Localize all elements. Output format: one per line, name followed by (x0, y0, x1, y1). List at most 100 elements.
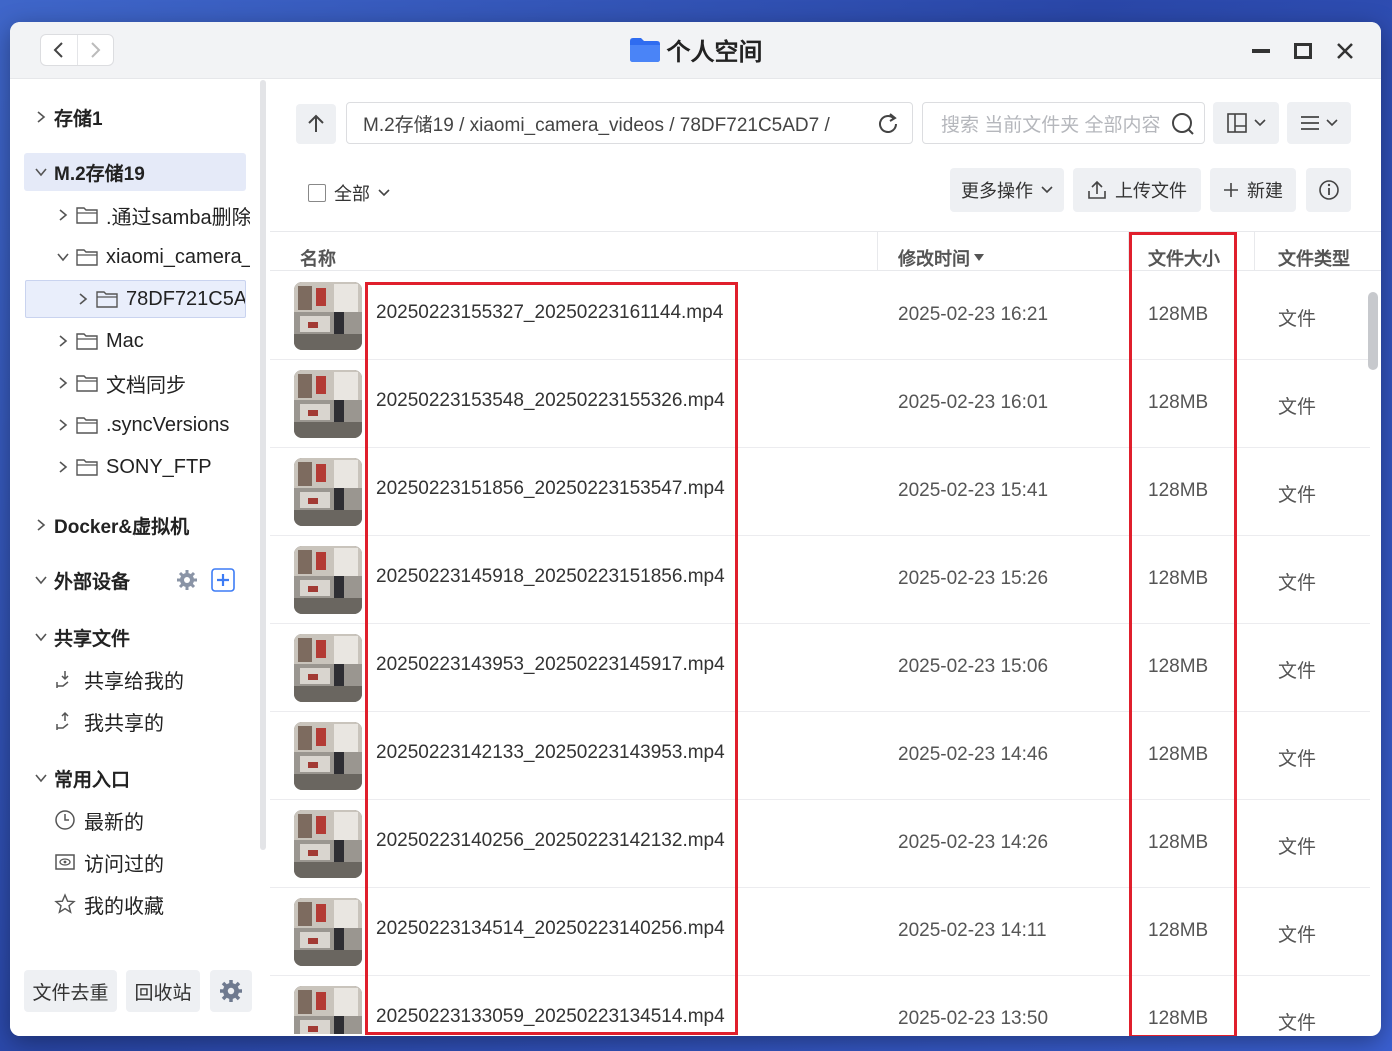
close-button[interactable] (1334, 40, 1356, 62)
column-divider[interactable] (1254, 232, 1255, 270)
search-icon[interactable] (1170, 111, 1196, 137)
video-thumbnail[interactable] (294, 546, 362, 614)
clock-icon (54, 809, 76, 831)
video-thumbnail-image (294, 722, 362, 790)
sidebar-item-label: 共享给我的 (84, 670, 184, 693)
parent-folder-button[interactable] (296, 104, 336, 144)
sidebar-scrollbar[interactable] (260, 80, 266, 850)
column-header-label: 修改时间 (898, 249, 970, 269)
column-header-label: 文件大小 (1148, 249, 1220, 269)
file-modified-time: 2025-02-23 14:46 (898, 744, 1049, 765)
column-view-icon (1227, 113, 1247, 133)
select-all-checkbox[interactable] (308, 184, 326, 202)
column-divider[interactable] (877, 232, 878, 270)
search-input[interactable]: 搜索 当前文件夹 全部内容 (922, 102, 1205, 144)
view-mode-button[interactable] (1213, 102, 1279, 144)
sort-menu-button[interactable] (1287, 102, 1351, 144)
file-row[interactable]: 20250223153548_20250223155326.mp4 2025-0… (270, 360, 1370, 448)
maximize-icon (1294, 43, 1312, 59)
info-button[interactable] (1306, 168, 1351, 212)
sidebar-folder-syncversions[interactable]: .syncVersions (54, 406, 250, 444)
video-thumbnail[interactable] (294, 634, 362, 702)
path-bar[interactable]: M.2存储19 / xiaomi_camera_videos / 78DF721… (346, 102, 913, 144)
settings-button[interactable] (210, 970, 252, 1012)
upload-button[interactable]: 上传文件 (1073, 168, 1201, 212)
chevron-right-icon (32, 108, 50, 126)
video-thumbnail-image (294, 986, 362, 1034)
select-all-toggle[interactable]: 全部 (308, 180, 390, 206)
file-type: 文件 (1278, 925, 1317, 946)
chevron-down-icon (32, 769, 50, 787)
file-type: 文件 (1278, 837, 1317, 858)
dedupe-button[interactable]: 文件去重 (24, 970, 117, 1012)
file-modified-time: 2025-02-23 13:50 (898, 1008, 1049, 1029)
sidebar-folder-samba[interactable]: .通过samba删除 (54, 196, 250, 234)
add-device-icon[interactable] (211, 568, 235, 592)
title-bar: 个人空间 (10, 22, 1381, 79)
sidebar-folder-xiaomi[interactable]: xiaomi_camera_ (54, 238, 250, 276)
sidebar-item-label: Docker&虚拟机 (54, 516, 190, 538)
sidebar-item-shared[interactable]: 共享文件 (32, 618, 252, 656)
sidebar-item-shared-with-me[interactable]: 共享给我的 (54, 660, 250, 698)
sidebar-item-visited[interactable]: 访问过的 (54, 843, 250, 881)
file-row[interactable]: 20250223151856_20250223153547.mp4 2025-0… (270, 448, 1370, 536)
video-thumbnail-image (294, 370, 362, 438)
column-divider[interactable] (1128, 232, 1129, 270)
new-button[interactable]: 新建 (1210, 168, 1296, 212)
maximize-button[interactable] (1292, 40, 1314, 62)
file-row[interactable]: 20250223155327_20250223161144.mp4 2025-0… (270, 272, 1370, 360)
video-thumbnail[interactable] (294, 458, 362, 526)
star-icon (54, 893, 76, 915)
file-modified-time: 2025-02-23 15:06 (898, 656, 1049, 677)
sidebar-item-external[interactable]: 外部设备 (32, 561, 182, 599)
sidebar-item-m2-storage[interactable]: M.2存储19 (24, 153, 246, 191)
sidebar-item-recent[interactable]: 最新的 (54, 801, 250, 839)
video-thumbnail[interactable] (294, 370, 362, 438)
file-size: 128MB (1148, 392, 1209, 413)
sidebar-item-label: .syncVersions (106, 413, 230, 436)
recycle-bin-button[interactable]: 回收站 (126, 970, 200, 1012)
chevron-down-icon (378, 189, 390, 197)
folder-outline-icon (76, 249, 98, 266)
recycle-label: 回收站 (134, 982, 192, 1004)
file-list-scrollbar[interactable] (1368, 292, 1378, 370)
file-row[interactable]: 20250223133059_20250223134514.mp4 2025-0… (270, 976, 1370, 1034)
refresh-icon[interactable] (876, 112, 900, 136)
video-thumbnail-image (294, 634, 362, 702)
video-thumbnail[interactable] (294, 986, 362, 1034)
video-thumbnail[interactable] (294, 282, 362, 350)
sidebar-item-common[interactable]: 常用入口 (32, 759, 252, 797)
folder-outline-icon (76, 459, 98, 476)
sidebar-folder-sony-ftp[interactable]: SONY_FTP (54, 448, 250, 486)
file-row[interactable]: 20250223140256_20250223142132.mp4 2025-0… (270, 800, 1370, 888)
sidebar-item-favorites[interactable]: 我的收藏 (54, 885, 250, 923)
dedupe-label: 文件去重 (32, 982, 109, 1004)
file-list: 20250223155327_20250223161144.mp4 2025-0… (270, 272, 1370, 1034)
file-modified-time: 2025-02-23 16:01 (898, 392, 1049, 413)
sidebar-folder-78df[interactable]: 78DF721C5A (25, 280, 246, 318)
select-all-label: 全部 (334, 184, 370, 204)
sidebar-folder-docsync[interactable]: 文档同步 (54, 364, 250, 402)
file-row[interactable]: 20250223142133_20250223143953.mp4 2025-0… (270, 712, 1370, 800)
gear-icon[interactable] (176, 569, 198, 591)
sidebar-item-my-shares[interactable]: 我共享的 (54, 702, 250, 740)
file-type: 文件 (1278, 661, 1317, 682)
video-thumbnail-image (294, 458, 362, 526)
video-thumbnail[interactable] (294, 898, 362, 966)
file-row[interactable]: 20250223134514_20250223140256.mp4 2025-0… (270, 888, 1370, 976)
chevron-down-icon (1326, 119, 1338, 127)
column-header-label: 名称 (300, 249, 336, 269)
video-thumbnail[interactable] (294, 722, 362, 790)
chevron-right-icon (54, 416, 72, 434)
sidebar-item-storage1[interactable]: 存储1 (32, 98, 252, 136)
file-size: 128MB (1148, 480, 1209, 501)
file-row[interactable]: 20250223143953_20250223145917.mp4 2025-0… (270, 624, 1370, 712)
sidebar-folder-mac[interactable]: Mac (54, 322, 250, 360)
more-actions-button[interactable]: 更多操作 (950, 168, 1064, 212)
sidebar-item-docker[interactable]: Docker&虚拟机 (32, 506, 252, 544)
file-modified-time: 2025-02-23 15:26 (898, 568, 1049, 589)
minimize-button[interactable] (1250, 40, 1272, 62)
folder-outline-icon (96, 291, 118, 308)
file-row[interactable]: 20250223145918_20250223151856.mp4 2025-0… (270, 536, 1370, 624)
video-thumbnail[interactable] (294, 810, 362, 878)
